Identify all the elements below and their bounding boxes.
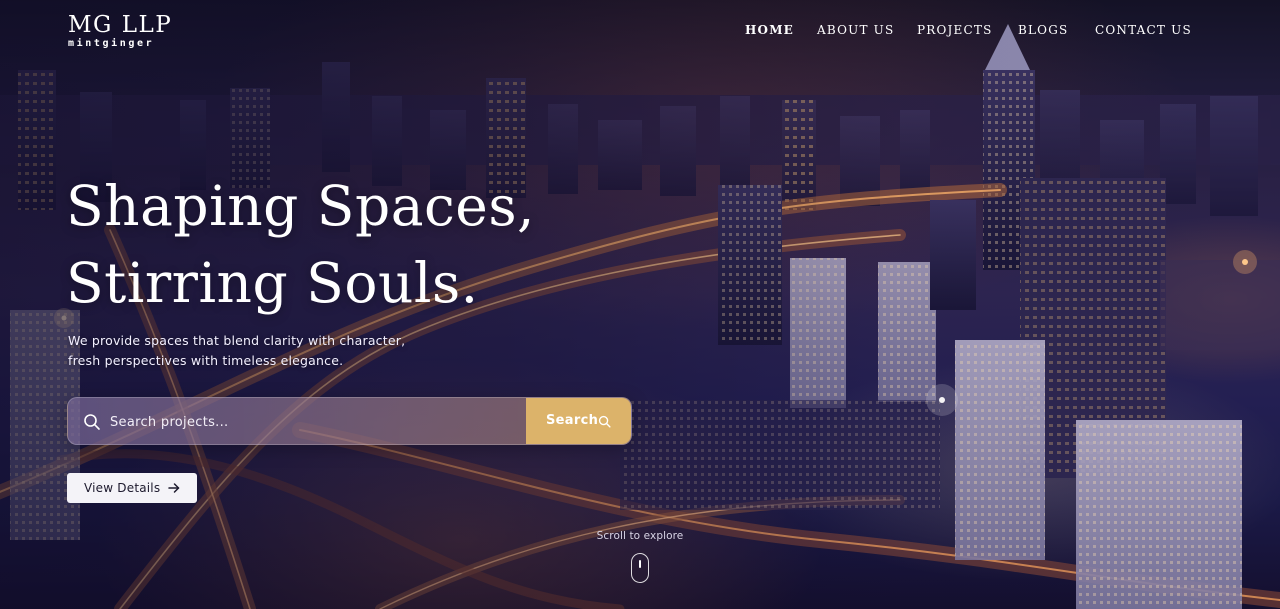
- view-details-label: View Details: [84, 481, 161, 495]
- search-bar: Search: [67, 397, 632, 445]
- nav-home[interactable]: HOME: [745, 22, 794, 38]
- arrow-right-icon: [168, 483, 180, 493]
- logo[interactable]: MG LLP mintginger: [68, 12, 172, 49]
- hero-headline-line-1: Shaping Spaces,: [66, 174, 536, 238]
- hero-headline-line-2: Stirring Souls.: [66, 251, 479, 315]
- search-icon: [598, 415, 611, 428]
- search-button-label: Search: [546, 413, 599, 428]
- scroll-label: Scroll to explore: [596, 530, 684, 542]
- mouse-icon: [631, 553, 649, 583]
- hero-tagline-line-2: fresh perspectives with timeless eleganc…: [68, 353, 344, 368]
- hero-tagline: We provide spaces that blend clarity wit…: [68, 331, 405, 371]
- view-details-button[interactable]: View Details: [67, 473, 197, 503]
- logo-subtitle: mintginger: [68, 38, 155, 49]
- nav-blogs[interactable]: BLOGS: [1018, 22, 1068, 38]
- nav-projects[interactable]: PROJECTS: [917, 22, 993, 38]
- hero-headline: Shaping Spaces, Stirring Souls.: [66, 168, 535, 322]
- hero-section: MG LLP mintginger HOME ABOUT US PROJECTS…: [0, 0, 1280, 609]
- nav-about-us[interactable]: ABOUT US: [817, 22, 894, 38]
- logo-title: MG LLP: [68, 12, 173, 38]
- scroll-hint[interactable]: Scroll to explore: [590, 529, 690, 583]
- nav-contact-us[interactable]: CONTACT US: [1095, 22, 1192, 38]
- search-button[interactable]: Search: [526, 398, 631, 444]
- search-icon: [84, 414, 100, 430]
- search-input[interactable]: [108, 398, 522, 444]
- hero-tagline-line-1: We provide spaces that blend clarity wit…: [68, 333, 406, 348]
